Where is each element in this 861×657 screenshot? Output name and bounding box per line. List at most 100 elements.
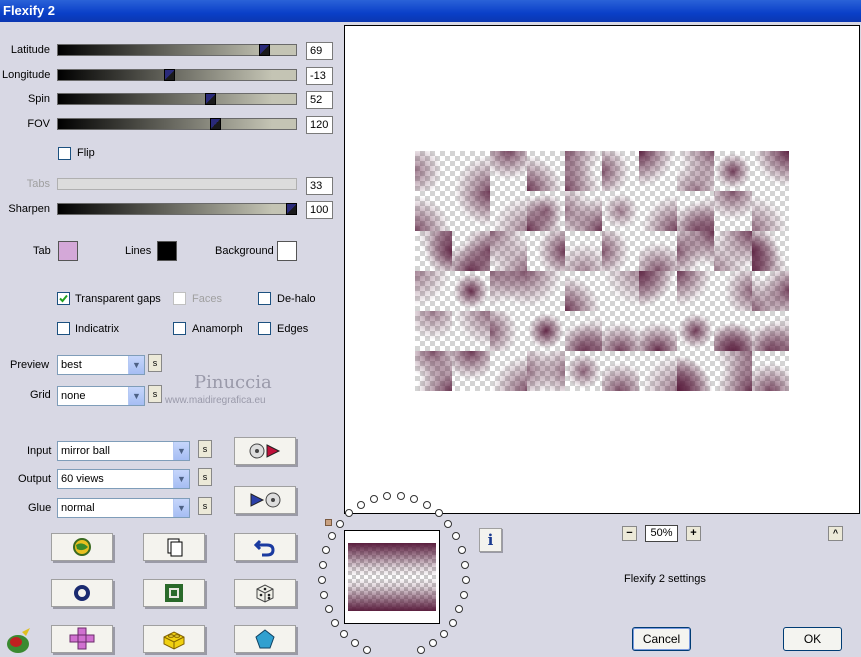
flip-checkbox[interactable] (58, 147, 71, 160)
chevron-down-icon: ▼ (128, 387, 144, 405)
transparent-gaps-checkbox[interactable] (57, 292, 70, 305)
longitude-value[interactable]: -13 (306, 67, 333, 85)
preview-tile (639, 231, 677, 271)
preview-quality-select[interactable]: best ▼ (57, 355, 145, 375)
dial-dot[interactable] (423, 500, 432, 509)
dial-dot[interactable] (345, 509, 354, 518)
preview-tile (714, 191, 752, 231)
anamorph-checkbox[interactable] (173, 322, 186, 335)
preview-tile (639, 311, 677, 351)
dial-dot[interactable] (434, 509, 443, 518)
grid-s-button[interactable]: s (148, 385, 162, 403)
sharpen-slider[interactable] (57, 203, 297, 215)
fov-slider[interactable] (57, 118, 297, 130)
preview-tile (415, 351, 453, 391)
preview-tile (676, 191, 715, 231)
preview-tile (751, 271, 789, 311)
input-s-button[interactable]: s (198, 440, 212, 458)
copy-button[interactable] (143, 533, 205, 561)
latitude-value[interactable]: 69 (306, 42, 333, 60)
ring-button[interactable] (51, 579, 113, 607)
edges-checkbox[interactable] (258, 322, 271, 335)
dial-dot[interactable] (444, 519, 453, 528)
preview-s-button[interactable]: s (148, 354, 162, 372)
latitude-slider[interactable] (57, 44, 297, 56)
pentagon-icon (255, 629, 275, 649)
zoom-in-button[interactable]: + (686, 526, 701, 541)
slider-thumb[interactable] (259, 44, 270, 56)
tab-color-swatch[interactable] (58, 241, 78, 261)
ok-button[interactable]: OK (783, 627, 842, 651)
tabs-value[interactable]: 33 (306, 177, 333, 195)
dial-dot[interactable] (318, 560, 327, 569)
sharpen-value[interactable]: 100 (306, 201, 333, 219)
dial-dot[interactable] (461, 575, 470, 584)
frame-button[interactable] (143, 579, 205, 607)
de-halo-checkbox[interactable] (258, 292, 271, 305)
expand-caret-button[interactable]: ^ (828, 526, 843, 541)
dial-dot[interactable] (335, 519, 344, 528)
dial-dot[interactable] (448, 618, 457, 627)
dial-dot[interactable] (439, 630, 448, 639)
dial-dot[interactable] (452, 532, 461, 541)
preview-canvas[interactable] (344, 25, 860, 514)
output-select[interactable]: 60 views ▼ (57, 469, 190, 489)
input-select[interactable]: mirror ball ▼ (57, 441, 190, 461)
thumbnail-preview[interactable] (344, 530, 440, 624)
save-output-button[interactable] (234, 486, 296, 514)
watermark-name: Pinuccia (194, 372, 272, 393)
output-s-button[interactable]: s (198, 468, 212, 486)
random-button[interactable] (51, 533, 113, 561)
preview-tile (602, 271, 640, 311)
dial-dot[interactable] (318, 575, 327, 584)
fov-value[interactable]: 120 (306, 116, 333, 134)
load-input-button[interactable] (234, 437, 296, 465)
preview-tile (564, 271, 602, 311)
dial-dot[interactable] (356, 500, 365, 509)
slider-thumb[interactable] (205, 93, 216, 105)
dial-handle[interactable] (325, 519, 332, 526)
dial-dot[interactable] (327, 532, 336, 541)
glue-select[interactable]: normal ▼ (57, 498, 190, 518)
dial-dot[interactable] (324, 605, 333, 614)
block-button[interactable] (143, 625, 205, 653)
longitude-slider[interactable] (57, 69, 297, 81)
dial-dot[interactable] (321, 545, 330, 554)
glue-s-button[interactable]: s (198, 497, 212, 515)
disc-play-icon (249, 443, 281, 459)
dial-dot[interactable] (459, 591, 468, 600)
cross-button[interactable] (51, 625, 113, 653)
indicatrix-checkbox[interactable] (57, 322, 70, 335)
spin-value[interactable]: 52 (306, 91, 333, 109)
dial-dot[interactable] (320, 591, 329, 600)
dial-dot[interactable] (351, 639, 360, 648)
slider-thumb[interactable] (164, 69, 175, 81)
grid-select[interactable]: none ▼ (57, 386, 145, 406)
lines-color-swatch[interactable] (157, 241, 177, 261)
background-color-swatch[interactable] (277, 241, 297, 261)
preview-tile (639, 271, 677, 311)
preview-tile (489, 231, 528, 271)
cancel-button[interactable]: Cancel (632, 627, 691, 651)
dial-dot[interactable] (416, 646, 425, 655)
preview-tile (415, 191, 453, 231)
undo-button[interactable] (234, 533, 296, 561)
dial-dot[interactable] (458, 545, 467, 554)
dial-dot[interactable] (363, 646, 372, 655)
dial-dot[interactable] (331, 618, 340, 627)
dial-dot[interactable] (428, 639, 437, 648)
slider-thumb[interactable] (286, 203, 297, 215)
pentagon-button[interactable] (234, 625, 296, 653)
slider-thumb[interactable] (210, 118, 221, 130)
dial-dot[interactable] (340, 630, 349, 639)
dial-dot[interactable] (369, 495, 378, 504)
preview-tile (602, 311, 640, 351)
randomize-button[interactable] (234, 579, 296, 607)
zoom-out-button[interactable]: − (622, 526, 637, 541)
glue-label: Glue (28, 502, 52, 514)
dial-dot[interactable] (461, 560, 470, 569)
preview-tile (489, 351, 528, 391)
spin-slider[interactable] (57, 93, 297, 105)
dial-dot[interactable] (455, 605, 464, 614)
info-button[interactable]: i (479, 528, 502, 552)
